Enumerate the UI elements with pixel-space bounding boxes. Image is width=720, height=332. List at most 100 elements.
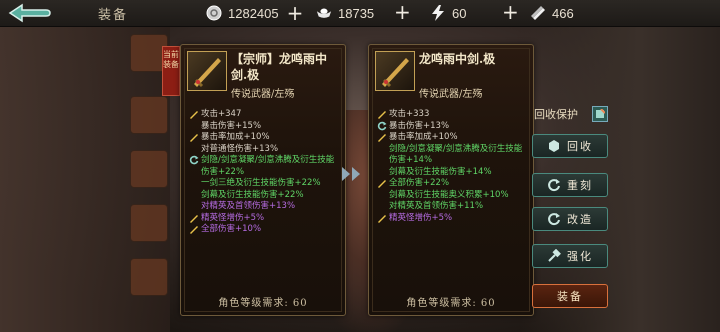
- silver-amount: 1282405: [228, 5, 279, 21]
- inventory-slot[interactable]: [130, 258, 168, 296]
- recycle-icon: [547, 139, 561, 153]
- stat-line: 全部伤害+22%: [377, 178, 529, 190]
- equipped-tag: 当前装备: [162, 46, 180, 96]
- stat-text: 剑隐/剑意凝聚/剑意沸腾及衍生技能伤害+22%: [201, 155, 335, 177]
- reforge-button-label: 重刻: [567, 179, 593, 192]
- stat-icon-spacer: [377, 201, 387, 211]
- stat-text: 攻击+347: [201, 109, 242, 119]
- inventory-slot[interactable]: [130, 204, 168, 242]
- weapon-icon: [375, 51, 415, 91]
- stat-line: 全部伤害+10%: [189, 224, 341, 236]
- stat-text: 对普通怪伤害+13%: [201, 143, 279, 154]
- add-ingot-button[interactable]: +: [394, 0, 411, 24]
- stat-text: 精英怪增伤+5%: [389, 212, 453, 223]
- stat-icon-spacer: [377, 190, 387, 200]
- stat-line: 攻击+347: [189, 109, 341, 121]
- enhance-button-label: 强化: [567, 250, 593, 263]
- hammer-icon: [547, 249, 561, 263]
- stat-text: 暴击伤害+13%: [389, 120, 450, 131]
- sword-icon: [189, 132, 199, 142]
- stat-line: 剑隐/剑意凝聚/剑意沸腾及衍生技能伤害+22%: [189, 155, 341, 178]
- stat-line: 对普通怪伤害+13%: [189, 144, 341, 156]
- refresh-icon: [189, 155, 199, 165]
- page-title: 装备: [98, 8, 129, 23]
- stat-text: 暴击率加成+10%: [389, 132, 458, 142]
- stat-line: 精英怪增伤+5%: [377, 213, 529, 225]
- stat-line: 暴击伤害+13%: [377, 121, 529, 133]
- stat-text: 暴击伤害+15%: [201, 120, 262, 131]
- stat-line: 对精英及首领伤害+13%: [189, 201, 341, 213]
- stat-list: 攻击+333 暴击伤害+13% 暴击率加成+10% 剑隐/剑意凝聚/剑意沸腾及衍生技能…: [377, 109, 529, 224]
- stat-line: 一剑三绝及衍生技能伤害+22%: [189, 178, 341, 190]
- ticket-amount: 466: [552, 5, 574, 21]
- add-silver-button[interactable]: +: [287, 3, 304, 23]
- stat-line: 暴击率加成+10%: [377, 132, 529, 144]
- stat-text: 暴击率加成+10%: [201, 132, 270, 142]
- enhance-button[interactable]: 强化: [532, 244, 608, 268]
- equip-button[interactable]: 装备: [532, 284, 608, 308]
- stat-icon-spacer: [189, 190, 199, 200]
- stat-text: 剑幕及衍生技能伤害+22%: [201, 189, 304, 200]
- inventory-slot[interactable]: [130, 96, 168, 134]
- item-name: 【宗师】龙鸣雨中剑.极: [231, 52, 328, 82]
- modify-icon: [547, 212, 561, 226]
- currency-ingot: 18735: [316, 3, 374, 23]
- sword-icon: [189, 109, 199, 119]
- recycle-protect-label: 回收保护: [534, 108, 578, 121]
- currency-silver: 1282405 +: [206, 3, 303, 23]
- sword-icon: [377, 132, 387, 142]
- stat-text: 剑幕及衍生技能伤害+14%: [389, 166, 492, 177]
- stat-icon-spacer: [189, 144, 199, 154]
- recycle-protect-toggle[interactable]: [592, 106, 608, 122]
- stat-text: 精英怪增伤+5%: [201, 212, 265, 223]
- stamina-amount: 60: [452, 5, 467, 21]
- ingot-icon: [316, 5, 332, 21]
- back-arrow-icon: [8, 3, 51, 23]
- stat-text: 对精英及首领伤害+11%: [389, 201, 484, 211]
- back-button[interactable]: [6, 2, 54, 24]
- stat-line: 精英怪增伤+5%: [189, 213, 341, 225]
- recycle-button[interactable]: 回收: [532, 134, 608, 158]
- level-requirement: 角色等级需求: 60: [406, 298, 496, 309]
- recycle-button-label: 回收: [567, 140, 593, 153]
- ticket-icon: [530, 5, 546, 21]
- sword-icon: [377, 109, 387, 119]
- inventory-slot[interactable]: [130, 150, 168, 188]
- stat-icon-spacer: [377, 167, 387, 177]
- stat-text: 对精英及首领伤害+13%: [201, 201, 296, 211]
- stat-icon-spacer: [377, 144, 387, 154]
- modify-button-label: 改造: [567, 213, 593, 226]
- stat-text: 全部伤害+22%: [389, 178, 450, 188]
- reforge-button[interactable]: 重刻: [532, 173, 608, 197]
- shield-icon: [596, 109, 605, 118]
- stat-line: 攻击+333: [377, 109, 529, 121]
- stat-line: 剑幕及衍生技能奥义积累+10%: [377, 190, 529, 202]
- currency-ticket: 466: [530, 3, 574, 23]
- add-stamina-button[interactable]: +: [502, 0, 519, 24]
- stat-text: 一剑三绝及衍生技能伤害+22%: [201, 178, 321, 188]
- level-requirement: 角色等级需求: 60: [218, 298, 308, 309]
- stat-list: 攻击+347 暴击伤害+15% 暴击率加成+10% 对普通怪伤害+13% 剑隐/剑意凝聚…: [189, 109, 341, 236]
- reforge-icon: [547, 178, 561, 192]
- stat-text: 剑幕及衍生技能奥义积累+10%: [389, 189, 509, 200]
- stat-line: 剑幕及衍生技能伤害+22%: [189, 190, 341, 202]
- stat-line: 对精英及首领伤害+11%: [377, 201, 529, 213]
- item-type: 传说武器/左殇: [231, 89, 295, 100]
- sword-icon: [377, 213, 387, 223]
- stat-icon-spacer: [189, 201, 199, 211]
- current-item-panel: 【宗师】龙鸣雨中剑.极 传说武器/左殇 攻击+347 暴击伤害+15% 暴击率加成+…: [180, 44, 346, 316]
- silver-coin-icon: [206, 5, 222, 21]
- refresh-icon: [377, 121, 387, 131]
- sword-icon: [377, 178, 387, 188]
- compare-item-panel: 龙鸣雨中剑.极 传说武器/左殇 攻击+333 暴击伤害+13% 暴击率加成+10% 剑…: [368, 44, 534, 316]
- item-name: 龙鸣雨中剑.极: [419, 52, 496, 66]
- compare-arrow-icon: [342, 166, 362, 181]
- currency-stamina: 60: [430, 3, 466, 23]
- item-type: 传说武器/左殇: [419, 89, 483, 100]
- stat-text: 攻击+333: [389, 109, 430, 119]
- stat-line: 暴击伤害+15%: [189, 121, 341, 133]
- stat-icon-spacer: [189, 178, 199, 188]
- weapon-icon: [187, 51, 227, 91]
- ingot-amount: 18735: [338, 5, 375, 21]
- modify-button[interactable]: 改造: [532, 207, 608, 231]
